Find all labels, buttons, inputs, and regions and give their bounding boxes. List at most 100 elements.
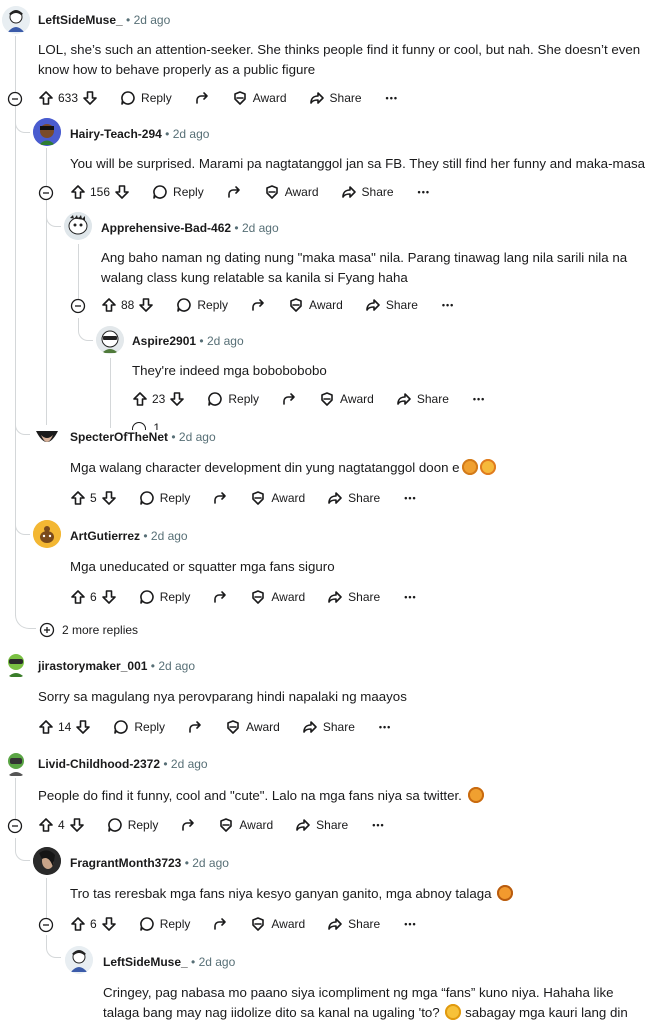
avatar[interactable] [96,326,124,354]
share-button[interactable]: Share [341,184,394,200]
avatar[interactable] [33,118,61,146]
avatar[interactable] [65,946,93,974]
comment-text-line: People do find it funny, cool and "cute"… [38,788,462,803]
avatar[interactable] [2,6,30,34]
thread-line [78,244,79,304]
upvote-icon[interactable] [132,391,148,407]
author-name[interactable]: Livid-Childhood-2372 [38,757,160,771]
more-options-button[interactable]: ••• [404,592,416,602]
share-button[interactable]: Share [295,817,348,833]
award-label: Award [239,818,274,832]
downvote-icon[interactable] [75,719,91,735]
crosspost-button[interactable] [226,184,242,200]
crosspost-button[interactable] [187,719,203,735]
downvote-icon[interactable] [101,589,117,605]
upvote-icon[interactable] [70,589,86,605]
collapse-icon[interactable] [38,917,54,933]
reply-button[interactable]: Reply [113,719,165,735]
more-options-button[interactable]: ••• [473,394,485,404]
upvote-icon[interactable] [38,90,54,106]
author-name[interactable]: LeftSideMuse_ [103,955,188,969]
upvote-icon[interactable] [101,297,117,313]
reply-button[interactable]: Reply [107,817,158,833]
crosspost-button[interactable] [250,297,266,313]
avatar[interactable] [33,425,61,451]
avatar[interactable] [2,749,30,777]
author-name[interactable]: Hairy-Teach-294 [70,127,162,141]
award-label: Award [271,590,306,604]
more-options-button[interactable]: ••• [418,187,430,197]
downvote-icon[interactable] [82,90,98,106]
crosspost-button[interactable] [212,916,228,932]
author-name[interactable]: Aspire2901 [132,334,196,348]
avatar[interactable] [33,847,61,875]
comment-header: Hairy-Teach-294 • 2d ago [70,127,209,141]
more-options-button[interactable]: ••• [442,300,454,310]
avatar[interactable] [2,650,30,678]
reply-button[interactable]: Reply [139,490,190,506]
award-button[interactable]: Award [250,916,305,932]
avatar[interactable] [64,212,92,240]
award-button[interactable]: Award [319,391,374,407]
crosspost-button[interactable] [212,589,228,605]
author-name[interactable]: jirastorymaker_001 [38,659,147,673]
crosspost-button[interactable] [194,90,210,106]
award-button[interactable]: Award [250,490,305,506]
avatar[interactable] [33,520,61,548]
downvote-icon[interactable] [169,391,185,407]
more-options-button[interactable]: ••• [404,919,416,929]
author-name[interactable]: SpecterOfTheNet [70,430,168,444]
more-options-button[interactable]: ••• [379,722,391,732]
collapse-icon[interactable] [70,298,86,314]
crosspost-button[interactable] [281,391,297,407]
reply-button[interactable]: Reply [139,916,190,932]
reply-button[interactable]: Reply [120,90,172,106]
author-name[interactable]: Apprehensive-Bad-462 [101,221,231,235]
award-button[interactable]: Award [232,90,287,106]
reply-button[interactable]: Reply [176,297,228,313]
more-options-button[interactable]: ••• [386,93,398,103]
hidden-replies-indicator[interactable]: 1 [132,421,160,430]
downvote-icon[interactable] [114,184,130,200]
collapse-icon[interactable] [7,91,23,107]
share-button[interactable]: Share [327,490,380,506]
upvote-icon[interactable] [70,184,86,200]
share-button[interactable]: Share [327,916,380,932]
share-label: Share [316,818,349,832]
reply-button[interactable]: Reply [207,391,259,407]
share-button[interactable]: Share [327,589,380,605]
crosspost-button[interactable] [180,817,196,833]
upvote-icon[interactable] [38,719,54,735]
downvote-icon[interactable] [69,817,85,833]
comment-icon [139,590,154,604]
upvote-icon[interactable] [70,916,86,932]
upvote-icon[interactable] [38,817,54,833]
share-button[interactable]: Share [309,90,362,106]
more-options-button[interactable]: ••• [372,820,384,830]
author-name[interactable]: FragrantMonth3723 [70,856,181,870]
more-replies-button[interactable]: 2 more replies [39,622,138,638]
crosspost-icon [182,819,195,831]
downvote-icon[interactable] [101,490,117,506]
downvote-icon[interactable] [101,916,117,932]
award-button[interactable]: Award [225,719,280,735]
crosspost-button[interactable] [212,490,228,506]
reply-button[interactable]: Reply [139,589,190,605]
more-options-button[interactable]: ••• [404,493,416,503]
award-button[interactable]: Award [250,589,305,605]
reply-button[interactable]: Reply [152,184,204,200]
timestamp: 2d ago [206,334,244,348]
upvote-icon[interactable] [70,490,86,506]
award-button[interactable]: Award [288,297,343,313]
share-button[interactable]: Share [365,297,418,313]
award-button[interactable]: Award [264,184,319,200]
collapse-icon[interactable] [38,185,54,201]
share-button[interactable]: Share [396,391,449,407]
comment-text-line: LOL, she’s such an attention-seeker. She… [38,42,641,57]
collapse-icon[interactable] [7,818,23,834]
author-name[interactable]: LeftSideMuse_ [38,13,123,27]
downvote-icon[interactable] [138,297,154,313]
author-name[interactable]: ArtGutierrez [70,529,140,543]
award-button[interactable]: Award [218,817,273,833]
share-button[interactable]: Share [302,719,355,735]
